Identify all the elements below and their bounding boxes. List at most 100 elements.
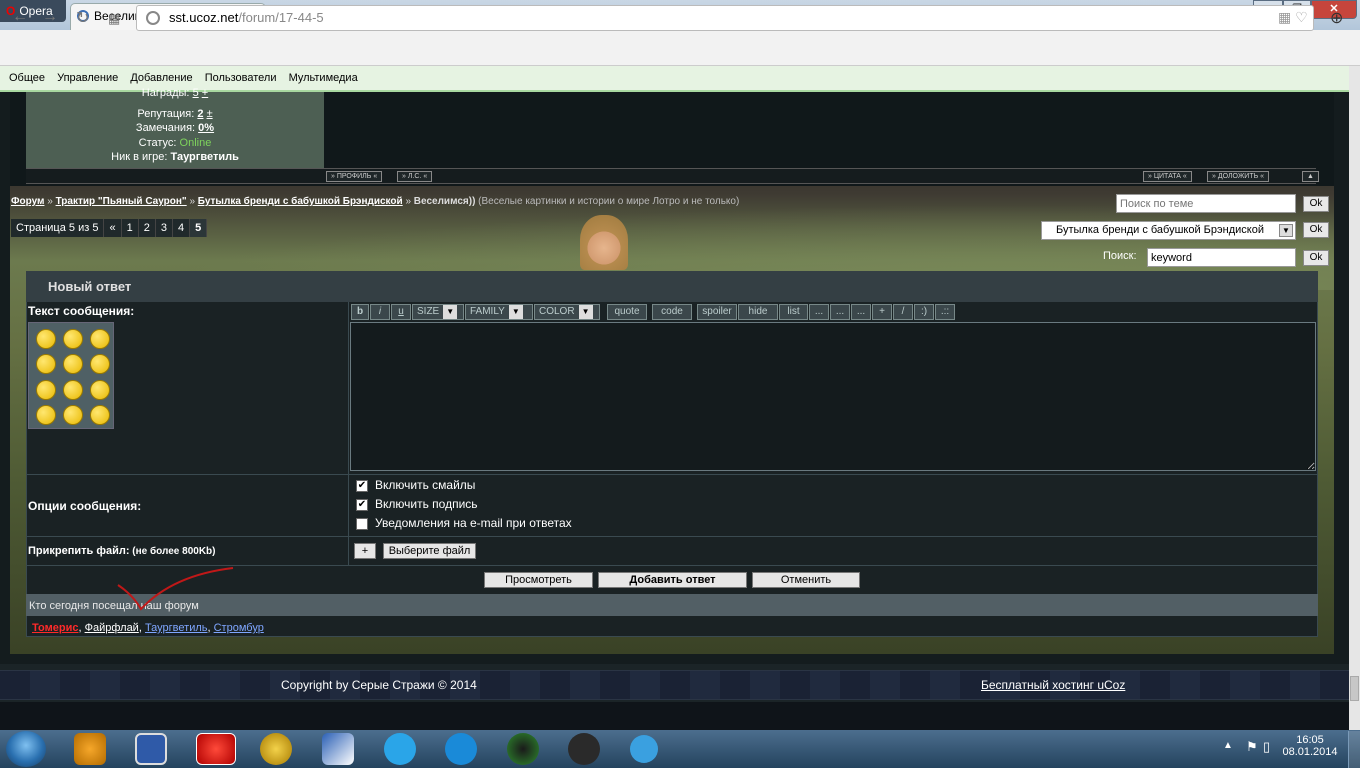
topic-search-ok[interactable]: Ok (1303, 196, 1329, 212)
cancel-button[interactable]: Отменить (752, 572, 860, 588)
visitor-link[interactable]: Томерис (32, 622, 78, 634)
ucoz-menu-users[interactable]: Пользователи (205, 72, 277, 84)
ucoz-menu-general[interactable]: Общее (9, 72, 45, 84)
list-tag-button[interactable]: list (779, 304, 808, 320)
bookmark-heart-icon[interactable]: ▦ ♡ (1278, 9, 1308, 26)
smile-icon[interactable] (63, 380, 83, 400)
choose-file-button[interactable]: Выберите файл (383, 543, 476, 559)
attach-size-note: (не более 800Kb) (129, 546, 216, 557)
address-bar[interactable]: sst.ucoz.net/forum/17-44-5 (136, 5, 1314, 31)
smiles-button[interactable]: :) (914, 304, 934, 320)
code-tag-button[interactable]: code (652, 304, 692, 320)
preview-button[interactable]: Просмотреть (484, 572, 593, 588)
list-item-button[interactable]: + (872, 304, 892, 320)
smile-icon[interactable] (36, 405, 56, 425)
underline-button[interactable]: u (391, 304, 411, 320)
reload-icon[interactable]: ↻ (76, 8, 89, 28)
speed-dial-icon[interactable]: ▦ (108, 11, 120, 27)
tray-clock[interactable]: 16:05 08.01.2014 (1280, 734, 1340, 758)
smile-icon[interactable] (90, 380, 110, 400)
bold-button[interactable]: b (351, 304, 369, 320)
scroll-up-button[interactable]: ▲ (1302, 171, 1319, 182)
floppy-icon[interactable] (135, 733, 167, 765)
smile-icon[interactable] (63, 329, 83, 349)
start-button[interactable] (6, 731, 46, 767)
smiles-checkbox[interactable]: ✔ (356, 480, 368, 492)
ucoz-menu-manage[interactable]: Управление (57, 72, 118, 84)
page-3[interactable]: 3 (156, 219, 173, 237)
smile-icon[interactable] (36, 329, 56, 349)
family-select[interactable]: FAMILY ▼ (465, 304, 533, 320)
smile-icon[interactable] (63, 405, 83, 425)
quote-button[interactable]: » ЦИТАТА « (1143, 171, 1192, 182)
shield-icon[interactable] (322, 733, 354, 765)
action-center-icon[interactable]: ⚑ (1246, 739, 1258, 755)
hide-tag-button[interactable]: hide (738, 304, 778, 320)
smile-icon[interactable] (90, 405, 110, 425)
ucoz-menu-media[interactable]: Мультимедиа (289, 72, 358, 84)
uplay-icon[interactable] (630, 735, 658, 763)
submit-reply-button[interactable]: Добавить ответ (598, 572, 747, 588)
more-tag-button[interactable]: ... (851, 304, 871, 320)
chat-icon[interactable] (445, 733, 477, 765)
show-desktop-button[interactable] (1348, 731, 1360, 768)
forum-jump-ok[interactable]: Ok (1303, 222, 1329, 238)
awards-plus[interactable]: + (202, 87, 208, 99)
smile-icon[interactable] (36, 354, 56, 374)
email-checkbox[interactable] (356, 518, 368, 530)
size-select[interactable]: SIZE ▼ (412, 304, 464, 320)
spoiler-tag-button[interactable]: spoiler (697, 304, 737, 320)
signature-checkbox[interactable]: ✔ (356, 499, 368, 511)
skype-icon[interactable] (384, 733, 416, 765)
page-prev[interactable]: « (104, 219, 122, 237)
quote-tag-button[interactable]: quote (607, 304, 647, 320)
keyword-search-ok[interactable]: Ok (1303, 250, 1329, 266)
visitor-link[interactable]: Таургветиль (145, 622, 208, 634)
visitor-link[interactable]: Файрфлай (85, 622, 139, 634)
breadcrumb-section[interactable]: Трактир "Пьяный Саурон" (56, 196, 187, 207)
network-icon[interactable]: ▯ (1263, 739, 1270, 755)
smile-icon[interactable] (36, 380, 56, 400)
aimp-icon[interactable] (74, 733, 106, 765)
opera-taskbar-icon[interactable] (196, 733, 236, 765)
lotro-ring-icon[interactable] (260, 733, 292, 765)
color-select[interactable]: COLOR ▼ (534, 304, 600, 320)
forward-icon[interactable]: → (42, 8, 58, 26)
awards-value[interactable]: 5 (193, 87, 199, 99)
smile-icon[interactable] (63, 354, 83, 374)
smile-icon[interactable] (90, 329, 110, 349)
warnings-value[interactable]: 0% (198, 122, 214, 134)
profile-button[interactable]: » ПРОФИЛЬ « (326, 171, 383, 182)
resize-button[interactable]: .:: (935, 304, 955, 320)
more-tag-button[interactable]: ... (809, 304, 829, 320)
page-1[interactable]: 1 (122, 219, 139, 237)
reputation-value[interactable]: 2 (197, 108, 203, 120)
steam-icon[interactable] (568, 733, 600, 765)
italic-button[interactable]: i (370, 304, 390, 320)
topic-search-input[interactable] (1116, 194, 1296, 213)
scrollbar-thumb[interactable] (1350, 676, 1359, 701)
message-textarea[interactable] (350, 322, 1316, 471)
visitor-link[interactable]: Стромбур (214, 622, 264, 634)
breadcrumb-forum[interactable]: Форум (11, 196, 44, 207)
add-attachment-button[interactable]: + (354, 543, 376, 559)
pm-button[interactable]: » Л.С. « (397, 171, 433, 182)
keyword-search-input[interactable] (1147, 248, 1296, 267)
hosting-link[interactable]: Бесплатный хостинг uCoz (981, 678, 1125, 692)
page-scrollbar[interactable] (1349, 66, 1360, 730)
report-button[interactable]: » ДОЛОЖИТЬ « (1207, 171, 1270, 182)
close-tags-button[interactable]: / (893, 304, 913, 320)
breadcrumb-subforum[interactable]: Бутылка бренди с бабушкой Брэндиской (198, 196, 403, 207)
page-2[interactable]: 2 (139, 219, 156, 237)
ucoz-menu-add[interactable]: Добавление (130, 72, 192, 84)
back-icon[interactable]: ← (12, 8, 28, 26)
razer-icon[interactable] (507, 733, 539, 765)
download-icon[interactable]: ⊕ (1330, 8, 1343, 28)
smile-icon[interactable] (90, 354, 110, 374)
site-info-icon[interactable] (146, 11, 160, 25)
more-tag-button[interactable]: ... (830, 304, 850, 320)
tray-expand-icon[interactable]: ▲ (1223, 740, 1233, 751)
reputation-change[interactable]: ± (207, 108, 213, 120)
forum-jump-select[interactable]: Бутылка бренди с бабушкой Брэндиской ▼ (1041, 221, 1296, 240)
page-4[interactable]: 4 (173, 219, 191, 237)
